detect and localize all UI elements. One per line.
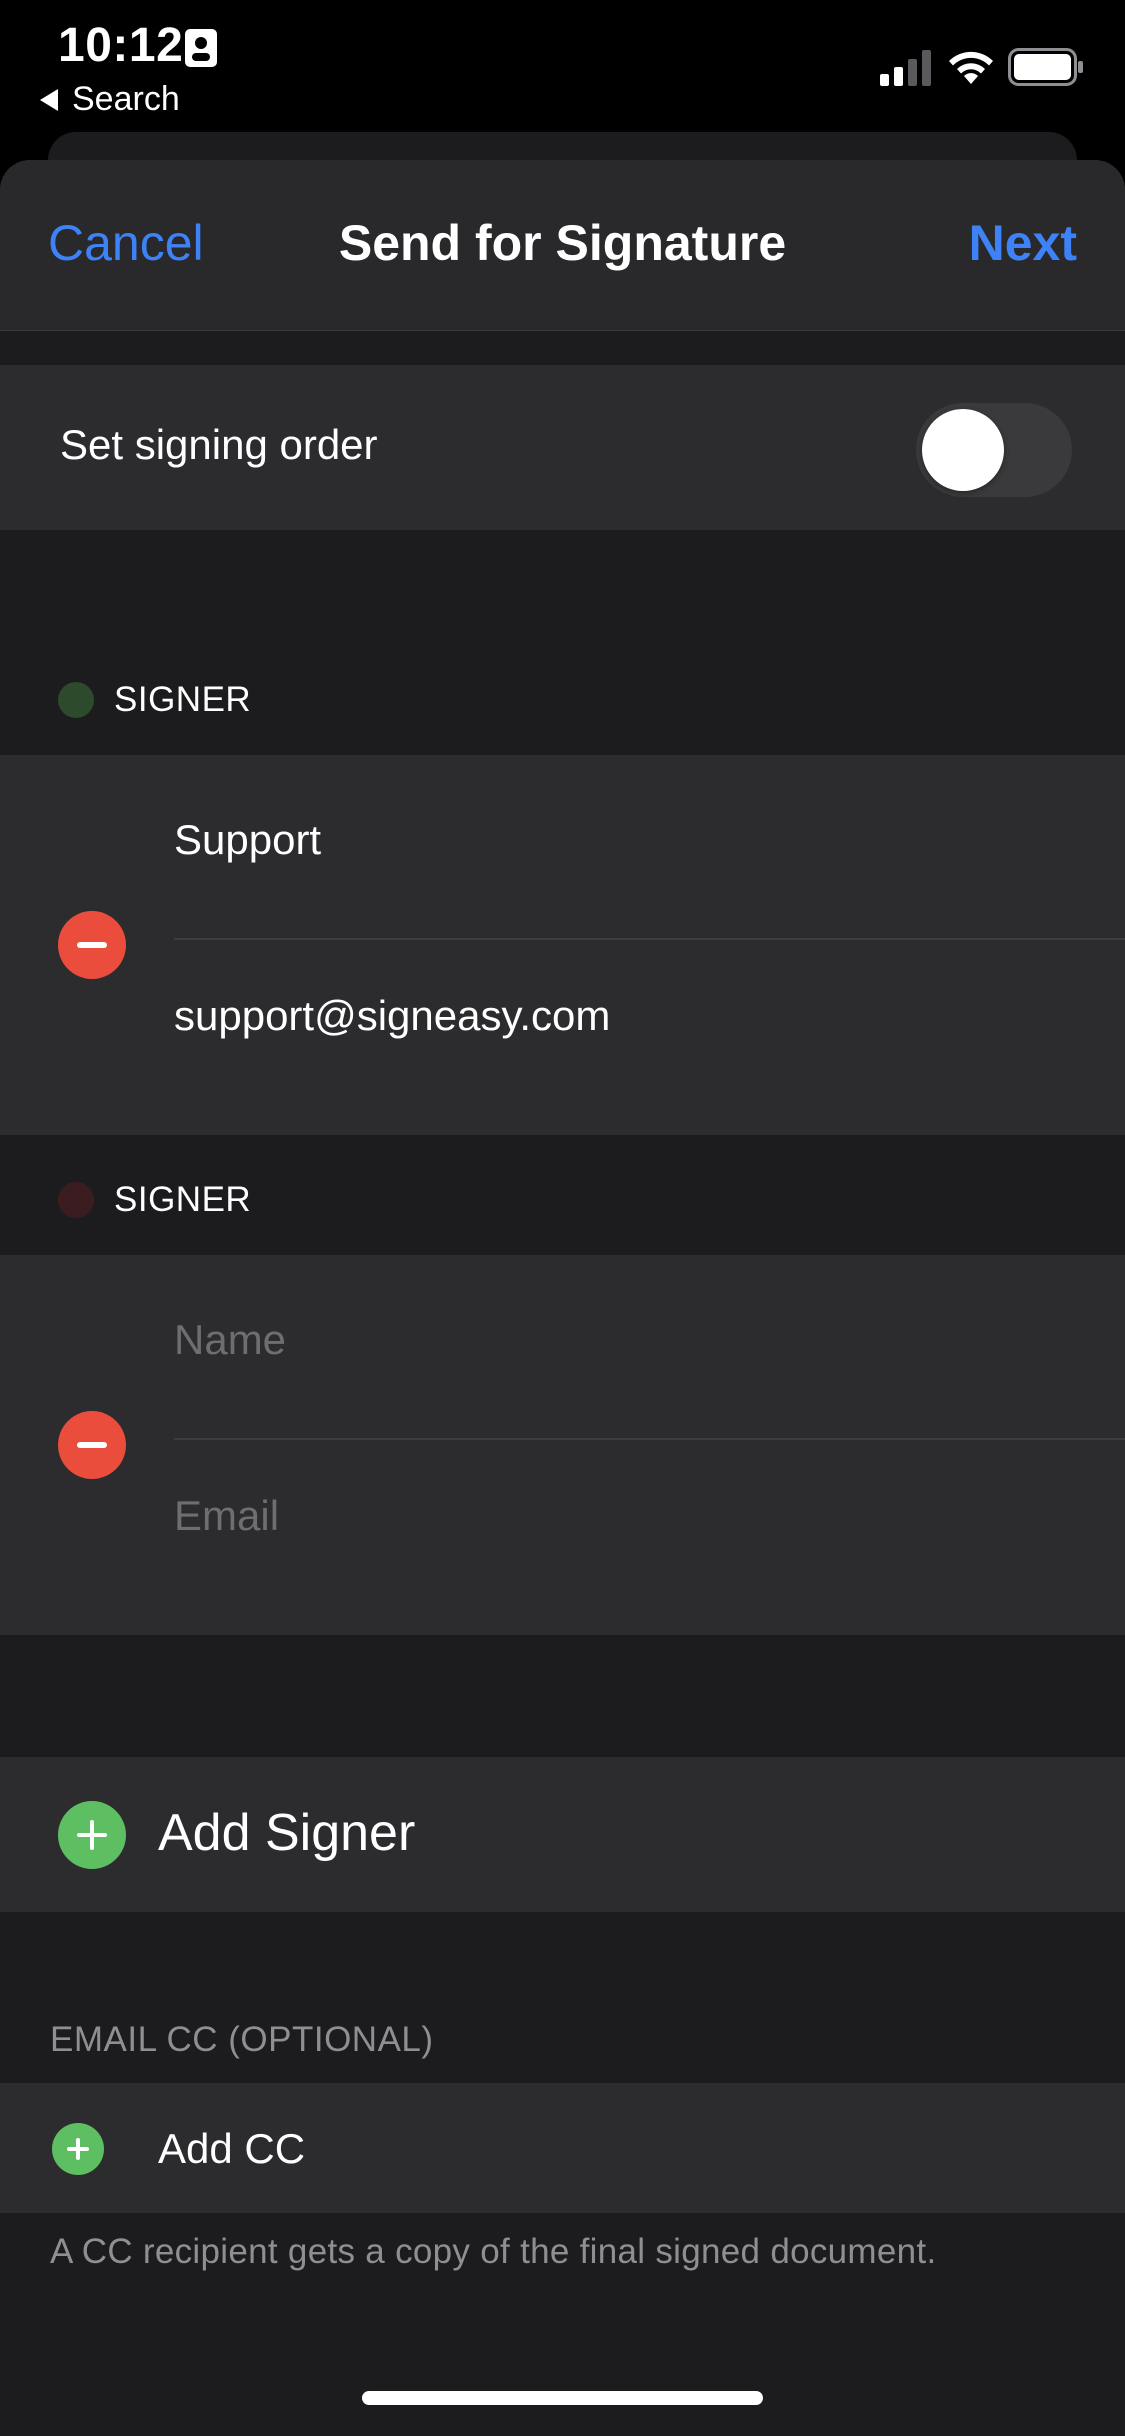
field-divider bbox=[174, 938, 1125, 940]
add-signer-label: Add Signer bbox=[158, 1804, 416, 1862]
signer-1-color-dot bbox=[58, 682, 94, 718]
next-button[interactable]: Next bbox=[969, 214, 1077, 272]
signing-order-row: Set signing order bbox=[0, 365, 1125, 530]
signer-2-email-field[interactable] bbox=[174, 1481, 1074, 1551]
back-label: Search bbox=[72, 80, 180, 118]
contact-card-icon bbox=[185, 29, 217, 67]
signer-1-header: SIGNER bbox=[58, 680, 251, 720]
signer-1-name-field[interactable] bbox=[174, 805, 1074, 875]
remove-signer-2-button[interactable] bbox=[58, 1411, 126, 1479]
add-cc-plus-icon bbox=[52, 2123, 104, 2175]
signer-2-header-label: SIGNER bbox=[114, 1180, 252, 1219]
remove-signer-1-button[interactable] bbox=[58, 911, 126, 979]
home-indicator bbox=[362, 2391, 763, 2405]
signer-2-card bbox=[0, 1255, 1125, 1635]
nav-bar: Cancel Send for Signature Next bbox=[0, 160, 1125, 331]
toggle-knob bbox=[922, 409, 1004, 491]
status-time: 10:12 bbox=[58, 19, 184, 72]
signer-1-header-label: SIGNER bbox=[114, 680, 252, 719]
back-caret-icon bbox=[40, 88, 58, 111]
signer-1-card bbox=[0, 755, 1125, 1135]
signer-2-header: SIGNER bbox=[58, 1180, 251, 1220]
signer-2-color-dot bbox=[58, 1182, 94, 1218]
signer-1-email-field[interactable] bbox=[174, 981, 1074, 1051]
battery-icon bbox=[1008, 48, 1083, 86]
add-signer-plus-icon bbox=[58, 1801, 126, 1869]
wifi-icon bbox=[949, 51, 993, 84]
field-divider bbox=[174, 1438, 1125, 1440]
cc-footnote: A CC recipient gets a copy of the final … bbox=[50, 2232, 937, 2271]
add-cc-label: Add CC bbox=[158, 2125, 306, 2172]
add-cc-button[interactable]: Add CC bbox=[0, 2083, 1125, 2213]
signer-2-name-field[interactable] bbox=[174, 1305, 1074, 1375]
signing-order-toggle[interactable] bbox=[916, 403, 1072, 497]
signing-order-label: Set signing order bbox=[60, 421, 378, 468]
cancel-button[interactable]: Cancel bbox=[48, 214, 204, 272]
cellular-signal-icon bbox=[880, 50, 931, 86]
add-signer-button[interactable]: Add Signer bbox=[0, 1757, 1125, 1912]
send-for-signature-sheet: Cancel Send for Signature Next Set signi… bbox=[0, 160, 1125, 2436]
email-cc-header: EMAIL CC (OPTIONAL) bbox=[50, 2020, 434, 2059]
back-to-search-link[interactable]: Search bbox=[38, 80, 180, 119]
